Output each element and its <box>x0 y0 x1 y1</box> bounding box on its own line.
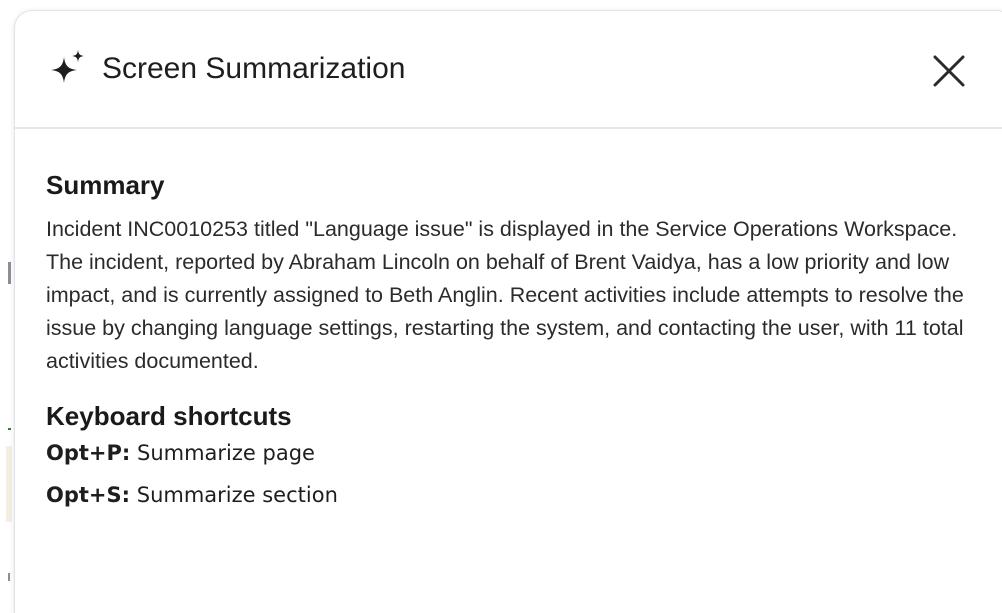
shortcut-summarize-page: Opt+P: Summarize page <box>46 432 986 474</box>
screen-summarization-panel: Screen Summarization Summary Incident IN… <box>14 10 1002 613</box>
background-fragment <box>8 262 11 284</box>
panel-body: Summary Incident INC0010253 titled "Lang… <box>46 169 986 516</box>
background-fragment <box>6 446 12 522</box>
shortcut-key: Opt+P: <box>46 441 131 465</box>
background-fragment <box>8 573 10 581</box>
panel-title: Screen Summarization <box>102 52 406 85</box>
background-page <box>0 0 14 613</box>
shortcut-action: Summarize page <box>137 441 315 465</box>
close-icon <box>929 51 969 91</box>
shortcut-action: Summarize section <box>136 483 338 507</box>
close-button[interactable] <box>929 51 969 91</box>
background-fragment <box>8 428 11 430</box>
summary-text: Incident INC0010253 titled "Language iss… <box>46 217 964 373</box>
shortcut-key: Opt+S: <box>46 483 131 507</box>
summary-heading: Summary <box>46 170 165 200</box>
shortcut-summarize-section: Opt+S: Summarize section <box>46 474 986 516</box>
panel-header: Screen Summarization <box>15 11 1002 129</box>
shortcuts-heading: Keyboard shortcuts <box>46 401 292 431</box>
sparkle-icon <box>49 49 87 87</box>
